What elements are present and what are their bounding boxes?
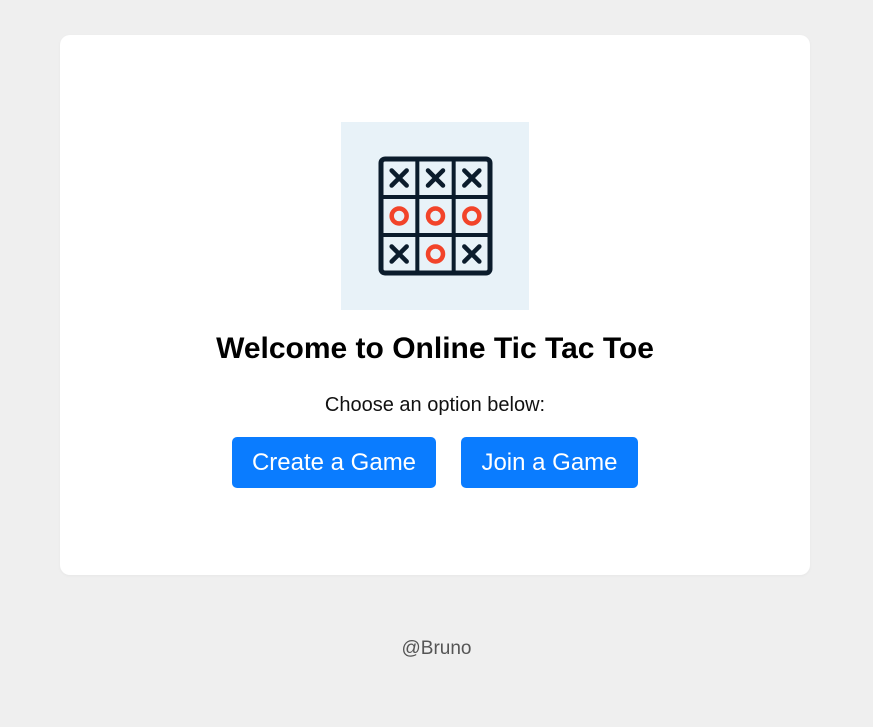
x-mark-icon [462,168,482,188]
x-mark-icon [389,168,409,188]
o-mark-icon [462,206,482,226]
x-mark-icon [389,244,409,264]
x-mark-icon [462,244,482,264]
o-mark-icon [425,244,446,264]
instructions-text: Choose an option below: [324,394,546,416]
welcome-card: Welcome to Online Tic Tac Toe Choose an … [60,35,810,575]
join-game-button[interactable]: Join a Game [461,437,638,488]
o-mark-icon [389,206,409,226]
x-mark-icon [425,168,446,188]
o-mark-icon [425,206,446,226]
tic-tac-toe-board-icon [378,156,493,276]
create-game-button[interactable]: Create a Game [232,437,436,488]
page-title: Welcome to Online Tic Tac Toe [216,332,654,365]
footer-credit: @Bruno [401,638,472,659]
logo-container [341,122,529,310]
